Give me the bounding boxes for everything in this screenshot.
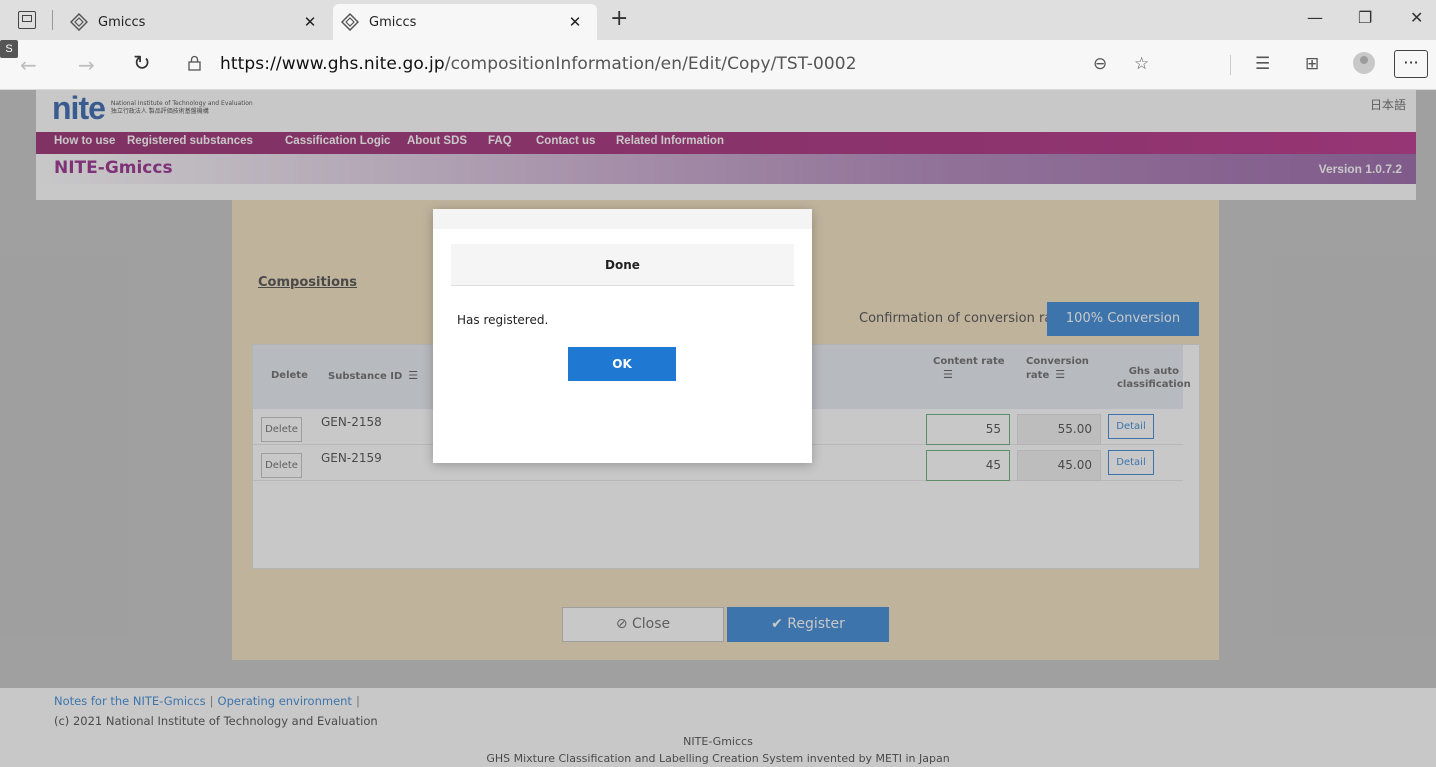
dialog-title: Done — [451, 244, 794, 286]
tab-close-icon[interactable]: ✕ — [565, 13, 585, 31]
new-tab-icon[interactable]: + — [610, 6, 628, 31]
browser-tab-1[interactable]: Gmiccs ✕ — [62, 4, 332, 40]
tab-title: Gmiccs — [369, 14, 417, 30]
collections-icon[interactable]: ⊞ — [1305, 54, 1319, 74]
gmiccs-favicon-icon — [341, 13, 359, 31]
ok-button[interactable]: OK — [568, 347, 676, 381]
zoom-icon[interactable]: ⊖ — [1093, 54, 1107, 74]
tab-close-icon[interactable]: ✕ — [300, 13, 320, 31]
restore-icon[interactable]: ❐ — [1358, 8, 1372, 27]
gmiccs-favicon-icon — [70, 13, 88, 31]
browser-tab-2[interactable]: Gmiccs ✕ — [333, 4, 597, 40]
extension-s-icon[interactable]: S — [0, 40, 18, 58]
back-arrow-icon[interactable]: ← — [20, 53, 37, 77]
more-menu-icon[interactable]: ··· — [1394, 50, 1428, 78]
url-host: https://www.ghs.nite.go.jp — [220, 54, 445, 74]
dialog-message: Has registered. — [457, 313, 549, 327]
tab-title: Gmiccs — [98, 14, 146, 30]
window-close-icon[interactable]: ✕ — [1410, 8, 1423, 27]
url-field[interactable]: https://www.ghs.nite.go.jp/compositionIn… — [220, 54, 857, 74]
add-favorite-icon[interactable]: ☆ — [1134, 54, 1149, 74]
divider — [52, 10, 53, 30]
browser-tab-bar: Gmiccs ✕ Gmiccs ✕ + — ❐ ✕ — [0, 0, 1436, 40]
favorites-icon[interactable]: ☰ — [1255, 54, 1270, 74]
profile-avatar[interactable] — [1353, 52, 1375, 74]
divider — [1230, 55, 1231, 75]
address-bar: ← → ↻ https://www.ghs.nite.go.jp/composi… — [0, 40, 1436, 90]
minimize-icon[interactable]: — — [1307, 8, 1323, 27]
forward-arrow-icon[interactable]: → — [78, 53, 95, 77]
reload-icon[interactable]: ↻ — [133, 51, 151, 75]
page: nite National Institute of Technology an… — [0, 90, 1436, 767]
tab-actions-icon[interactable] — [18, 11, 36, 29]
dialog-top-bar — [433, 209, 812, 229]
done-dialog: Done Has registered. OK — [433, 209, 812, 463]
url-path: /compositionInformation/en/Edit/Copy/TST… — [444, 54, 857, 74]
lock-icon[interactable] — [188, 55, 201, 71]
